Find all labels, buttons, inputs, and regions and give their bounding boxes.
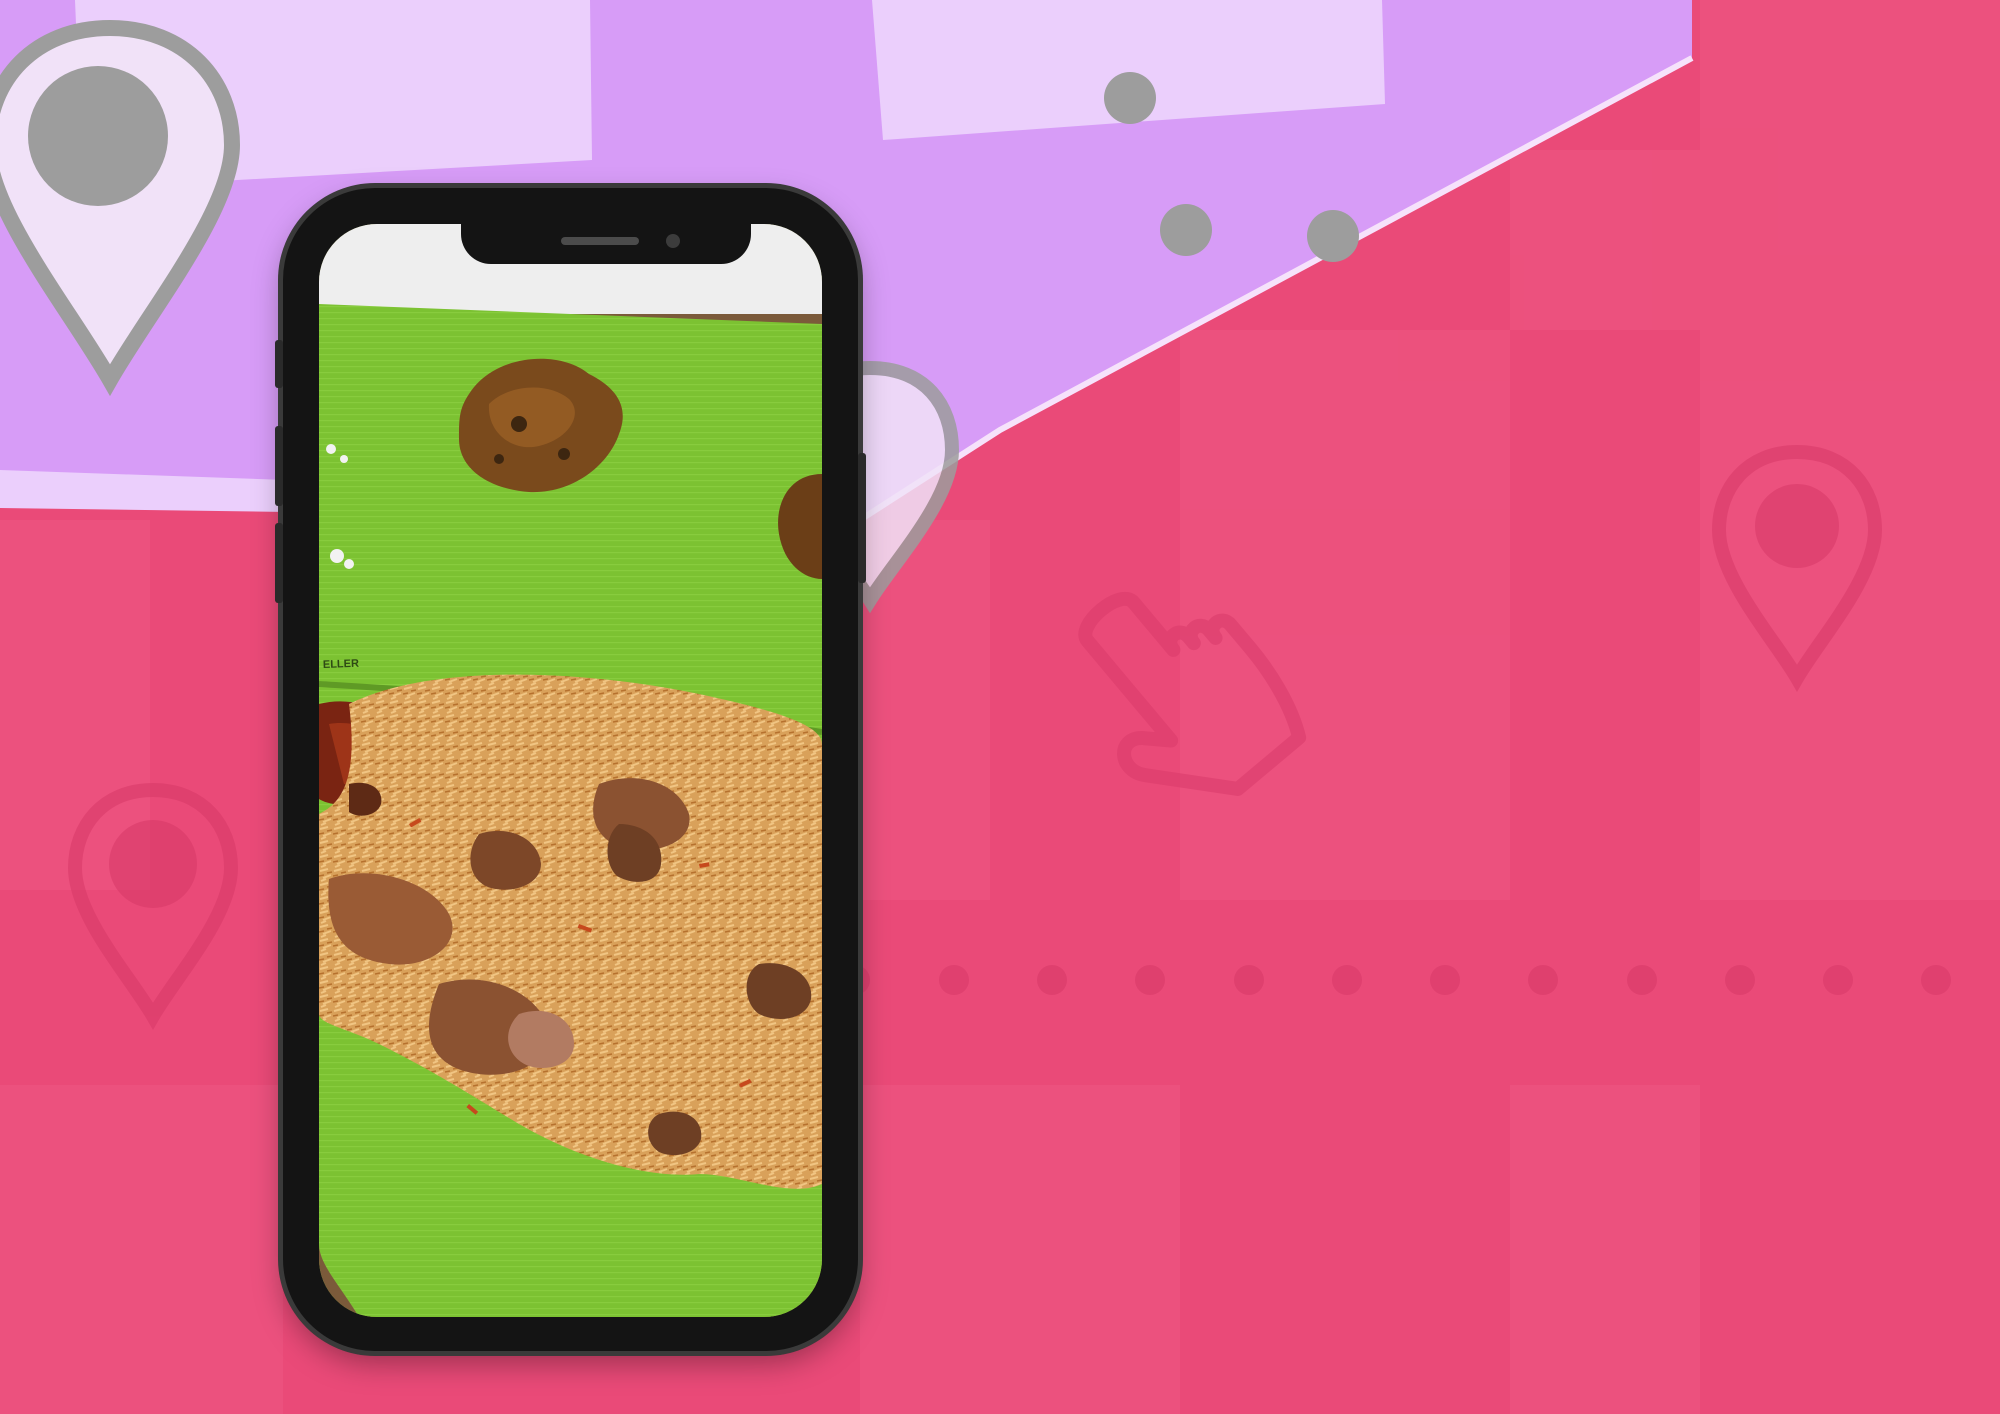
phone-volume-up (275, 426, 283, 506)
speaker-grille (561, 237, 639, 245)
phone-mockup: ELLER (275, 188, 866, 1351)
phone-screen: ELLER (319, 224, 822, 1317)
front-camera (666, 234, 680, 248)
phone-power-button (858, 453, 866, 583)
phone-volume-down (275, 523, 283, 603)
phone-notch (461, 224, 751, 264)
phone-silent-switch (275, 340, 283, 388)
leaf-print-text: ELLER (323, 658, 360, 671)
route-dots-bottom (840, 965, 1951, 995)
food-photo: ELLER (319, 224, 822, 1317)
